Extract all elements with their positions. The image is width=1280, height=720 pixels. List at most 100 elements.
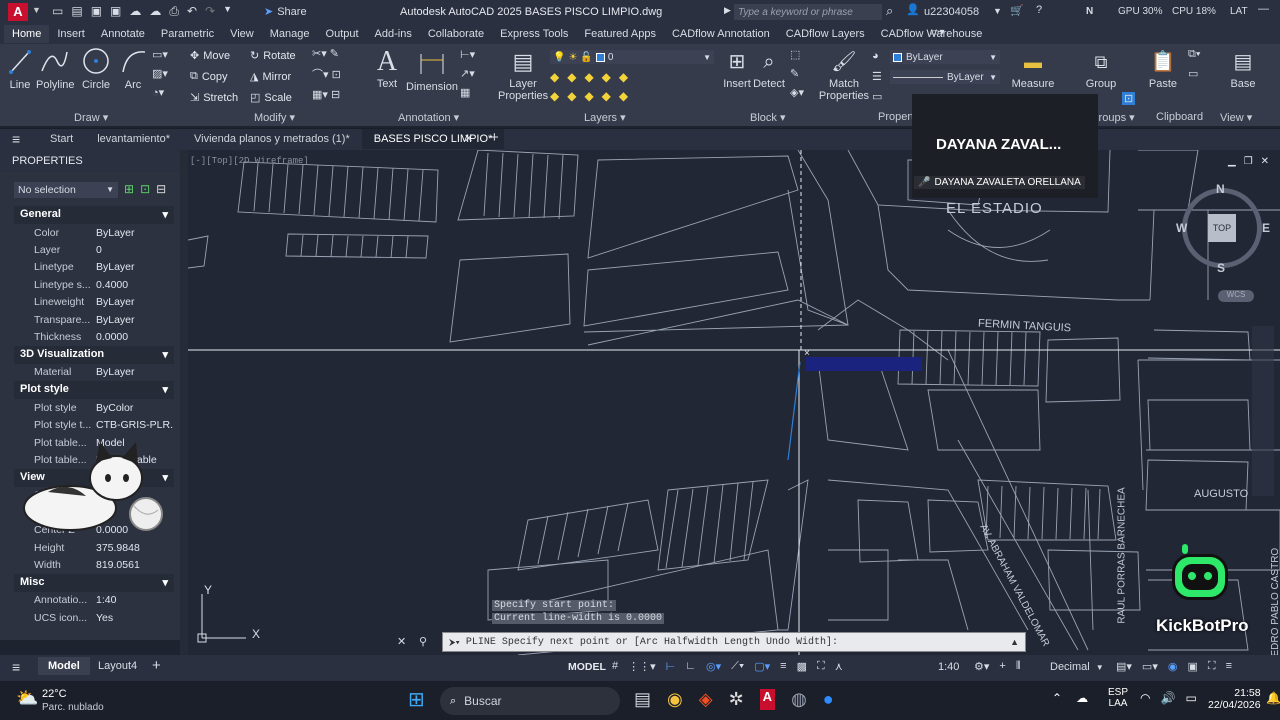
viewport-label[interactable]: [-][Top][2D Wireframe]: [190, 156, 309, 166]
command-close-icon[interactable]: ✕: [397, 635, 406, 648]
onedrive-icon[interactable]: ☁: [1076, 691, 1088, 705]
ribbon-tab-annotate[interactable]: Annotate: [93, 25, 153, 43]
command-line[interactable]: ✕ ⚲ ⮞▾ PLINE Specify next point or [Arc …: [397, 632, 1026, 652]
linetype-dropdown[interactable]: ByLayer ▼: [890, 70, 1000, 84]
polar-icon[interactable]: ∟: [685, 660, 696, 673]
layout-menu-icon[interactable]: ≡: [12, 659, 20, 675]
annotation-visibility-icon[interactable]: ⋏: [835, 660, 843, 673]
property-row[interactable]: Linetype ByLayer: [14, 259, 174, 276]
layer-tools-row2-icon[interactable]: ◆◆◆◆◆: [550, 89, 636, 103]
doc-tab-0[interactable]: Start: [38, 129, 85, 149]
line-button[interactable]: Line: [6, 46, 34, 91]
input-language[interactable]: ESP LAA: [1108, 687, 1128, 709]
start-icon[interactable]: ⊞: [408, 687, 425, 712]
collapse-icon[interactable]: ▾: [162, 348, 168, 361]
ribbon-options-icon[interactable]: ▭▾: [930, 27, 944, 38]
compass-w[interactable]: W: [1176, 221, 1187, 235]
layer-dropdown[interactable]: 💡 ☀ 🔓 0 ▼: [550, 50, 714, 64]
redo-icon[interactable]: ↷: [205, 4, 215, 19]
chrome-icon[interactable]: ◉: [667, 689, 683, 710]
weather-icon[interactable]: ⛅: [16, 688, 38, 709]
snap-icon[interactable]: ⋮⋮▾: [628, 660, 656, 673]
search-box[interactable]: Type a keyword or phrase: [734, 4, 882, 20]
property-value[interactable]: 0.0000: [96, 331, 174, 343]
nav-arrow-icon[interactable]: ▶: [724, 5, 731, 16]
property-row[interactable]: Layer 0: [14, 241, 174, 258]
cloud-save-icon[interactable]: ☁: [149, 4, 161, 19]
property-row[interactable]: Material ByLayer: [14, 364, 174, 381]
customize-icon[interactable]: ≡: [1226, 660, 1232, 673]
property-value[interactable]: ByLayer: [96, 227, 174, 239]
lineweight-icon[interactable]: ☰: [872, 70, 882, 83]
profile-avatar[interactable]: N: [1086, 6, 1093, 17]
edit-block-icon[interactable]: ✎: [790, 67, 804, 80]
property-row[interactable]: Plot style t... CTB-GRIS-PLR...: [14, 417, 174, 434]
property-value[interactable]: 819.0561: [96, 559, 174, 571]
wifi-icon[interactable]: ◠: [1140, 691, 1150, 705]
minimize-icon[interactable]: —: [1258, 3, 1269, 15]
arc-button[interactable]: Arc: [118, 46, 148, 91]
collapse-icon[interactable]: ▾: [162, 208, 168, 221]
property-row[interactable]: Height 375.9848: [14, 539, 174, 556]
property-value[interactable]: 375.9848: [96, 542, 174, 554]
compass-e[interactable]: E: [1262, 221, 1270, 235]
command-customize-icon[interactable]: ⚲: [419, 635, 427, 648]
property-value[interactable]: 0.4000: [96, 279, 174, 291]
leader-icon[interactable]: ⊢▾: [460, 48, 475, 61]
modify-panel-title[interactable]: Modify ▾: [254, 111, 295, 124]
units-dropdown[interactable]: Decimal ▼: [1050, 661, 1104, 673]
viewport-minimize-icon[interactable]: ▁: [1228, 156, 1236, 167]
command-input[interactable]: PLINE Specify next point or [Arc Halfwid…: [466, 637, 838, 648]
weather-temp[interactable]: 22°C: [42, 688, 67, 700]
add-layout-icon[interactable]: +: [152, 657, 161, 674]
section-misc[interactable]: Misc ▾: [14, 573, 174, 592]
copy-button[interactable]: ⧉ Copy: [190, 70, 228, 83]
volume-icon[interactable]: 🔊: [1160, 691, 1175, 705]
measure-button[interactable]: ▬ Measure: [1008, 46, 1058, 90]
polyline-button[interactable]: Polyline: [36, 46, 75, 91]
ribbon-tab-output[interactable]: Output: [318, 25, 367, 43]
stretch-button[interactable]: ⇲ Stretch: [190, 91, 238, 105]
section-3d-visualization[interactable]: 3D Visualization ▾: [14, 345, 174, 364]
property-row[interactable]: Color ByLayer: [14, 224, 174, 241]
open-icon[interactable]: ▤: [71, 4, 82, 19]
grid-icon[interactable]: #: [612, 660, 618, 673]
select-icon[interactable]: ⊡: [1122, 92, 1136, 105]
new-icon[interactable]: ▭: [52, 4, 63, 19]
cut-icon[interactable]: ▭: [1188, 67, 1200, 80]
move-button[interactable]: ✥ Move: [190, 49, 230, 63]
steam-icon[interactable]: ◍: [791, 689, 807, 710]
ribbon-tab-home[interactable]: Home: [4, 25, 50, 43]
property-row[interactable]: Thickness 0.0000: [14, 328, 174, 345]
scale-button[interactable]: ◰ Scale: [250, 91, 292, 105]
dimension-button[interactable]: Dimension: [406, 46, 458, 93]
copy-clip-icon[interactable]: ⧉▾: [1188, 48, 1200, 61]
tray-expand-icon[interactable]: ⌃: [1052, 691, 1062, 705]
navigation-bar[interactable]: [1252, 326, 1274, 496]
ribbon-tab-view[interactable]: View: [222, 25, 262, 43]
model-space-button[interactable]: MODEL: [568, 661, 606, 673]
user-icon[interactable]: 👤: [906, 3, 920, 16]
selection-dropdown[interactable]: No selection ▼: [14, 182, 118, 198]
boundary-icon[interactable]: ◔▾: [152, 86, 168, 99]
hatch-icon[interactable]: ▨▾: [152, 67, 168, 80]
autocad-taskbar-icon[interactable]: A: [759, 689, 776, 710]
autocad-logo[interactable]: A: [8, 3, 28, 21]
section-plot-style[interactable]: Plot style ▾: [14, 381, 174, 400]
select-objects-icon[interactable]: ⊡: [140, 182, 150, 196]
gear-icon[interactable]: ⚙▾: [974, 660, 989, 673]
table-icon[interactable]: ↗▾: [460, 67, 475, 80]
user-dropdown-icon[interactable]: ▼: [993, 6, 1002, 16]
clock[interactable]: 21:58 22/04/2026: [1208, 687, 1261, 711]
selection-cycling-icon[interactable]: ⛶: [817, 660, 825, 673]
layers-panel-title[interactable]: Layers ▾: [584, 111, 626, 124]
wcs-menu[interactable]: WCS: [1218, 290, 1254, 302]
isolate-icon[interactable]: ◉: [1168, 660, 1178, 673]
property-value[interactable]: ByLayer: [96, 366, 174, 378]
view-panel-title[interactable]: View ▾: [1220, 111, 1252, 124]
draw-panel-title[interactable]: Draw ▾: [74, 111, 108, 124]
ribbon-tab-manage[interactable]: Manage: [262, 25, 318, 43]
property-row[interactable]: Plot style ByColor: [14, 399, 174, 416]
paste-button[interactable]: 📋 Paste: [1146, 46, 1180, 90]
viewport-restore-icon[interactable]: ❐: [1244, 156, 1253, 167]
